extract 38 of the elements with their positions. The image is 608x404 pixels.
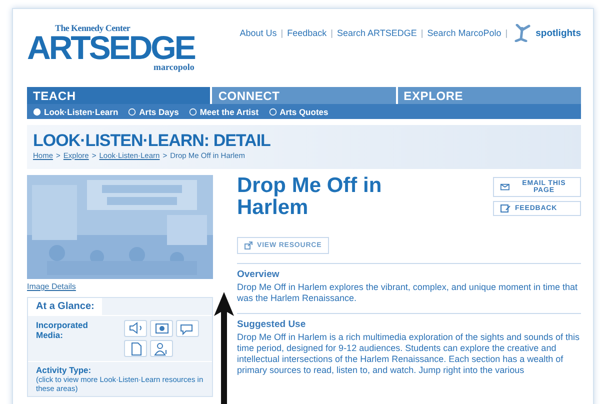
speaker-icon xyxy=(124,320,147,337)
speech-bubble-icon xyxy=(176,320,199,337)
section-heading: Overview xyxy=(237,269,280,280)
page-title: LOOK·LISTEN·LEARN: DETAIL xyxy=(33,131,270,151)
nav-tab[interactable]: CONNECT xyxy=(212,87,396,104)
camera-icon xyxy=(150,320,173,337)
header-link[interactable]: About Us xyxy=(240,28,277,38)
nav-tab[interactable]: EXPLORE xyxy=(398,87,581,104)
spotlights-link[interactable]: spotlights xyxy=(536,28,581,38)
subnav-link[interactable]: Meet the Artist xyxy=(200,106,259,116)
subnav-link[interactable]: Look·Listen·Learn xyxy=(44,106,118,116)
logo-subtitle: marcopolo xyxy=(154,62,194,72)
subnav-link[interactable]: Arts Days xyxy=(139,106,179,116)
image-details-link[interactable]: Image Details xyxy=(27,282,76,291)
section-text: Drop Me Off in Harlem explores the vibrant, complex, and unique moment in time that was the Harlem Renaissance. xyxy=(237,282,578,304)
media-label: Incorporated Media: xyxy=(36,320,89,342)
link-separator: | xyxy=(420,28,424,38)
section-heading: Suggested Use xyxy=(237,319,306,330)
link-separator: | xyxy=(330,28,333,38)
panel-title: At a Glance: xyxy=(28,298,102,315)
document-icon xyxy=(124,340,147,357)
nav-tab[interactable]: TEACH xyxy=(27,87,210,104)
site-logo[interactable]: ARTSEDGE xyxy=(27,33,194,63)
figure-icon xyxy=(512,24,532,42)
header-link[interactable]: Feedback xyxy=(287,28,327,38)
link-separator: | xyxy=(280,28,284,38)
resource-title: Drop Me Off in Harlem xyxy=(237,175,383,219)
envelope-icon xyxy=(500,182,510,192)
person-icon xyxy=(150,340,173,357)
pencil-icon xyxy=(500,204,511,213)
link-separator: | xyxy=(505,28,508,38)
header-link[interactable]: Search MarcoPolo xyxy=(427,28,502,38)
header-link[interactable]: Search ARTSEDGE xyxy=(337,28,417,38)
subnav-link[interactable]: Arts Quotes xyxy=(280,106,328,116)
activity-type-label: Activity Type: xyxy=(36,365,92,375)
section-text: Drop Me Off in Harlem is a rich multimedia exploration of the sights and sounds of this time period, designed for 9-12 audiences. Students can explore the creative and intellectual intersections of the Harlem Renaissance. Each section has a wealth of primary sources to read, listen to, and watch. Jump right into the various xyxy=(237,332,580,376)
external-link-icon xyxy=(244,241,253,250)
org-name: The Kennedy Center xyxy=(55,23,130,33)
